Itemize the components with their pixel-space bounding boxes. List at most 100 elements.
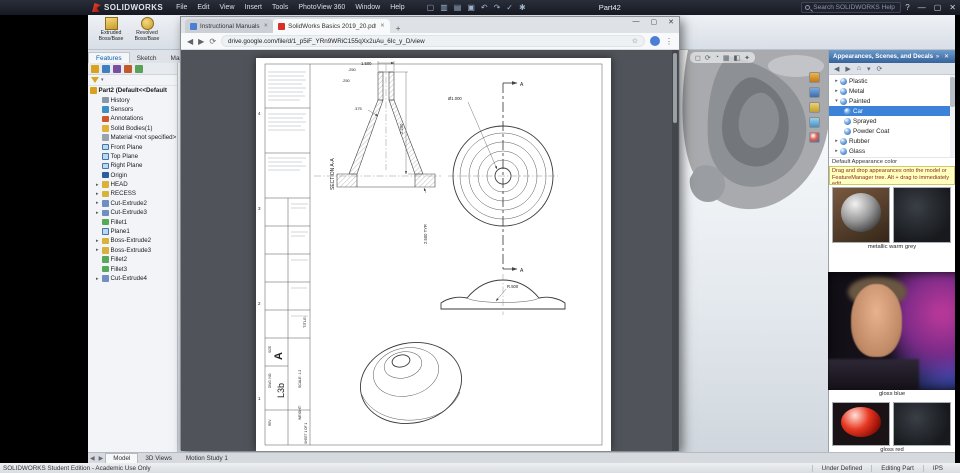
3d-part-model[interactable]	[678, 50, 830, 220]
expand-icon[interactable]: ▸	[833, 78, 840, 84]
tree-item[interactable]: ▸ HEAD	[88, 180, 177, 189]
menu-insert[interactable]: Insert	[240, 4, 268, 11]
tree-item[interactable]: Front Plane	[88, 142, 177, 151]
new-document-icon[interactable]: ▢	[424, 0, 438, 15]
browser-menu-icon[interactable]: ⋮	[665, 37, 673, 46]
undo-icon[interactable]: ↶	[478, 0, 491, 15]
menu-help[interactable]: Help	[385, 4, 409, 11]
appearance-category[interactable]: ▸ Rubber	[829, 136, 955, 146]
browser-maximize-icon[interactable]: ▢	[651, 18, 658, 26]
configurationmanager-tab-icon[interactable]	[113, 64, 121, 73]
hide-show-icon[interactable]: ▦	[723, 54, 730, 62]
expand-icon[interactable]: ▸	[833, 148, 840, 154]
tree-item[interactable]: Sensors	[88, 105, 177, 114]
tabs-scroll-right-icon[interactable]: ▶	[97, 455, 106, 462]
tree-item[interactable]: Material <not specified>	[88, 133, 177, 142]
propertymanager-tab-icon[interactable]	[102, 64, 110, 73]
help-icon[interactable]: ?	[901, 0, 913, 15]
tree-item[interactable]: Origin	[88, 171, 177, 180]
tree-item[interactable]: ▸ Cut-Extrude4	[88, 274, 177, 283]
open-icon[interactable]: ▥	[437, 0, 451, 15]
menu-tools[interactable]: Tools	[267, 4, 293, 11]
browser-back-icon[interactable]: ◀	[187, 37, 193, 46]
pane-back-icon[interactable]: ◀	[834, 65, 839, 73]
tree-item[interactable]: Fillet3	[88, 264, 177, 273]
tab-sketch[interactable]: Sketch	[130, 53, 164, 63]
appearance-category[interactable]: ▸ Glass	[829, 146, 955, 156]
swatch-metallic-warm-grey[interactable]	[832, 187, 890, 243]
browser-forward-icon[interactable]: ▶	[198, 37, 204, 46]
appearance-icon[interactable]: ◧	[734, 54, 741, 62]
tree-item[interactable]: Fillet1	[88, 217, 177, 226]
expand-icon[interactable]: ▸	[833, 88, 840, 94]
filter-funnel-icon[interactable]	[91, 77, 99, 83]
resources-tab-icon[interactable]	[809, 72, 820, 83]
swatch-dark[interactable]	[893, 187, 951, 243]
pane-home-icon[interactable]: ⌂	[857, 65, 861, 72]
appearance-category[interactable]: ▸ Plastic	[829, 76, 955, 86]
pane-refresh-icon[interactable]: ⟳	[877, 65, 883, 73]
profile-avatar[interactable]	[650, 36, 660, 46]
appearance-category[interactable]: Powder Coat	[829, 126, 955, 136]
appearances-tab-icon[interactable]	[809, 132, 820, 143]
tree-root[interactable]: Part2 (Default<<Default	[88, 86, 177, 95]
extruded-boss-button[interactable]: Extruded Boss/Base	[94, 16, 128, 49]
view-orientation-icon[interactable]: ⟳	[705, 54, 711, 62]
filter-dropdown-icon[interactable]: ▾	[101, 77, 104, 83]
pin-icon[interactable]: »	[934, 54, 941, 60]
save-icon[interactable]: ▤	[451, 0, 465, 15]
swatch-dark[interactable]	[893, 402, 951, 446]
menu-photoview[interactable]: PhotoView 360	[293, 4, 350, 11]
swatch-gloss-red[interactable]	[832, 402, 890, 446]
appearance-category[interactable]: ▸ Metal	[829, 86, 955, 96]
pane-forward-icon[interactable]: ▶	[845, 65, 850, 73]
zoom-fit-icon[interactable]: ◻	[695, 54, 701, 62]
tab-3d-views[interactable]: 3D Views	[138, 454, 178, 463]
menu-edit[interactable]: Edit	[192, 4, 214, 11]
pdf-scrollbar-thumb[interactable]	[673, 53, 677, 123]
tab-model[interactable]: Model	[105, 453, 139, 463]
tree-item[interactable]: Plane1	[88, 227, 177, 236]
tree-item[interactable]: Right Plane	[88, 161, 177, 170]
browser-tab-pdf[interactable]: SolidWorks Basics 2019_20.pdf ✕	[273, 19, 390, 33]
menu-view[interactable]: View	[214, 4, 239, 11]
browser-tab-instructional-manuals[interactable]: Instructional Manuals ✕	[185, 19, 274, 33]
tab-close-icon[interactable]: ✕	[379, 23, 385, 29]
tree-item[interactable]: History	[88, 95, 177, 104]
tree-item[interactable]: Fillet2	[88, 255, 177, 264]
dimxpertmanager-tab-icon[interactable]	[124, 64, 132, 73]
browser-close-icon[interactable]: ✕	[668, 18, 674, 26]
view-palette-tab-icon[interactable]	[809, 117, 820, 128]
display-style-icon[interactable]: ◔	[715, 54, 719, 61]
tabs-scroll-left-icon[interactable]: ◀	[88, 455, 97, 462]
new-tab-button[interactable]: +	[390, 24, 407, 33]
pane-dropdown-icon[interactable]: ▾	[867, 65, 871, 73]
minimize-icon[interactable]: —	[914, 0, 930, 15]
tree-item[interactable]: Solid Bodies(1)	[88, 124, 177, 133]
menu-file[interactable]: File	[171, 4, 192, 11]
tree-item[interactable]: ▸ RECESS	[88, 189, 177, 198]
file-explorer-tab-icon[interactable]	[809, 102, 820, 113]
print-icon[interactable]: ▣	[464, 0, 478, 15]
appearance-category-selected[interactable]: Car	[829, 106, 955, 116]
options-icon[interactable]: ✱	[516, 0, 529, 15]
collapse-icon[interactable]: ▾	[833, 98, 840, 104]
browser-minimize-icon[interactable]: —	[633, 18, 640, 26]
redo-icon[interactable]: ↷	[491, 0, 504, 15]
tree-item[interactable]: Annotations	[88, 114, 177, 123]
tree-item[interactable]: ▸ Cut-Extrude2	[88, 199, 177, 208]
search-input[interactable]: Search SOLIDWORKS Help	[801, 2, 902, 13]
bookmark-star-icon[interactable]: ☆	[632, 37, 638, 45]
status-units[interactable]: IPS	[922, 464, 952, 472]
tab-features[interactable]: Features	[88, 52, 130, 63]
tab-motion-study[interactable]: Motion Study 1	[179, 454, 235, 463]
revolved-boss-button[interactable]: Revolved Boss/Base	[130, 16, 164, 49]
close-icon[interactable]: ✕	[945, 0, 960, 15]
displaymanager-tab-icon[interactable]	[135, 64, 143, 73]
pane-close-icon[interactable]: ✕	[942, 53, 951, 60]
view-settings-icon[interactable]: ✦	[744, 54, 750, 62]
design-library-tab-icon[interactable]	[809, 87, 820, 98]
tab-close-icon[interactable]: ✕	[263, 23, 269, 29]
address-bar[interactable]: drive.google.com/file/d/1_p5iF_YRn9WRiC1…	[221, 35, 645, 47]
tree-item[interactable]: ▸ Boss-Extrude2	[88, 236, 177, 245]
